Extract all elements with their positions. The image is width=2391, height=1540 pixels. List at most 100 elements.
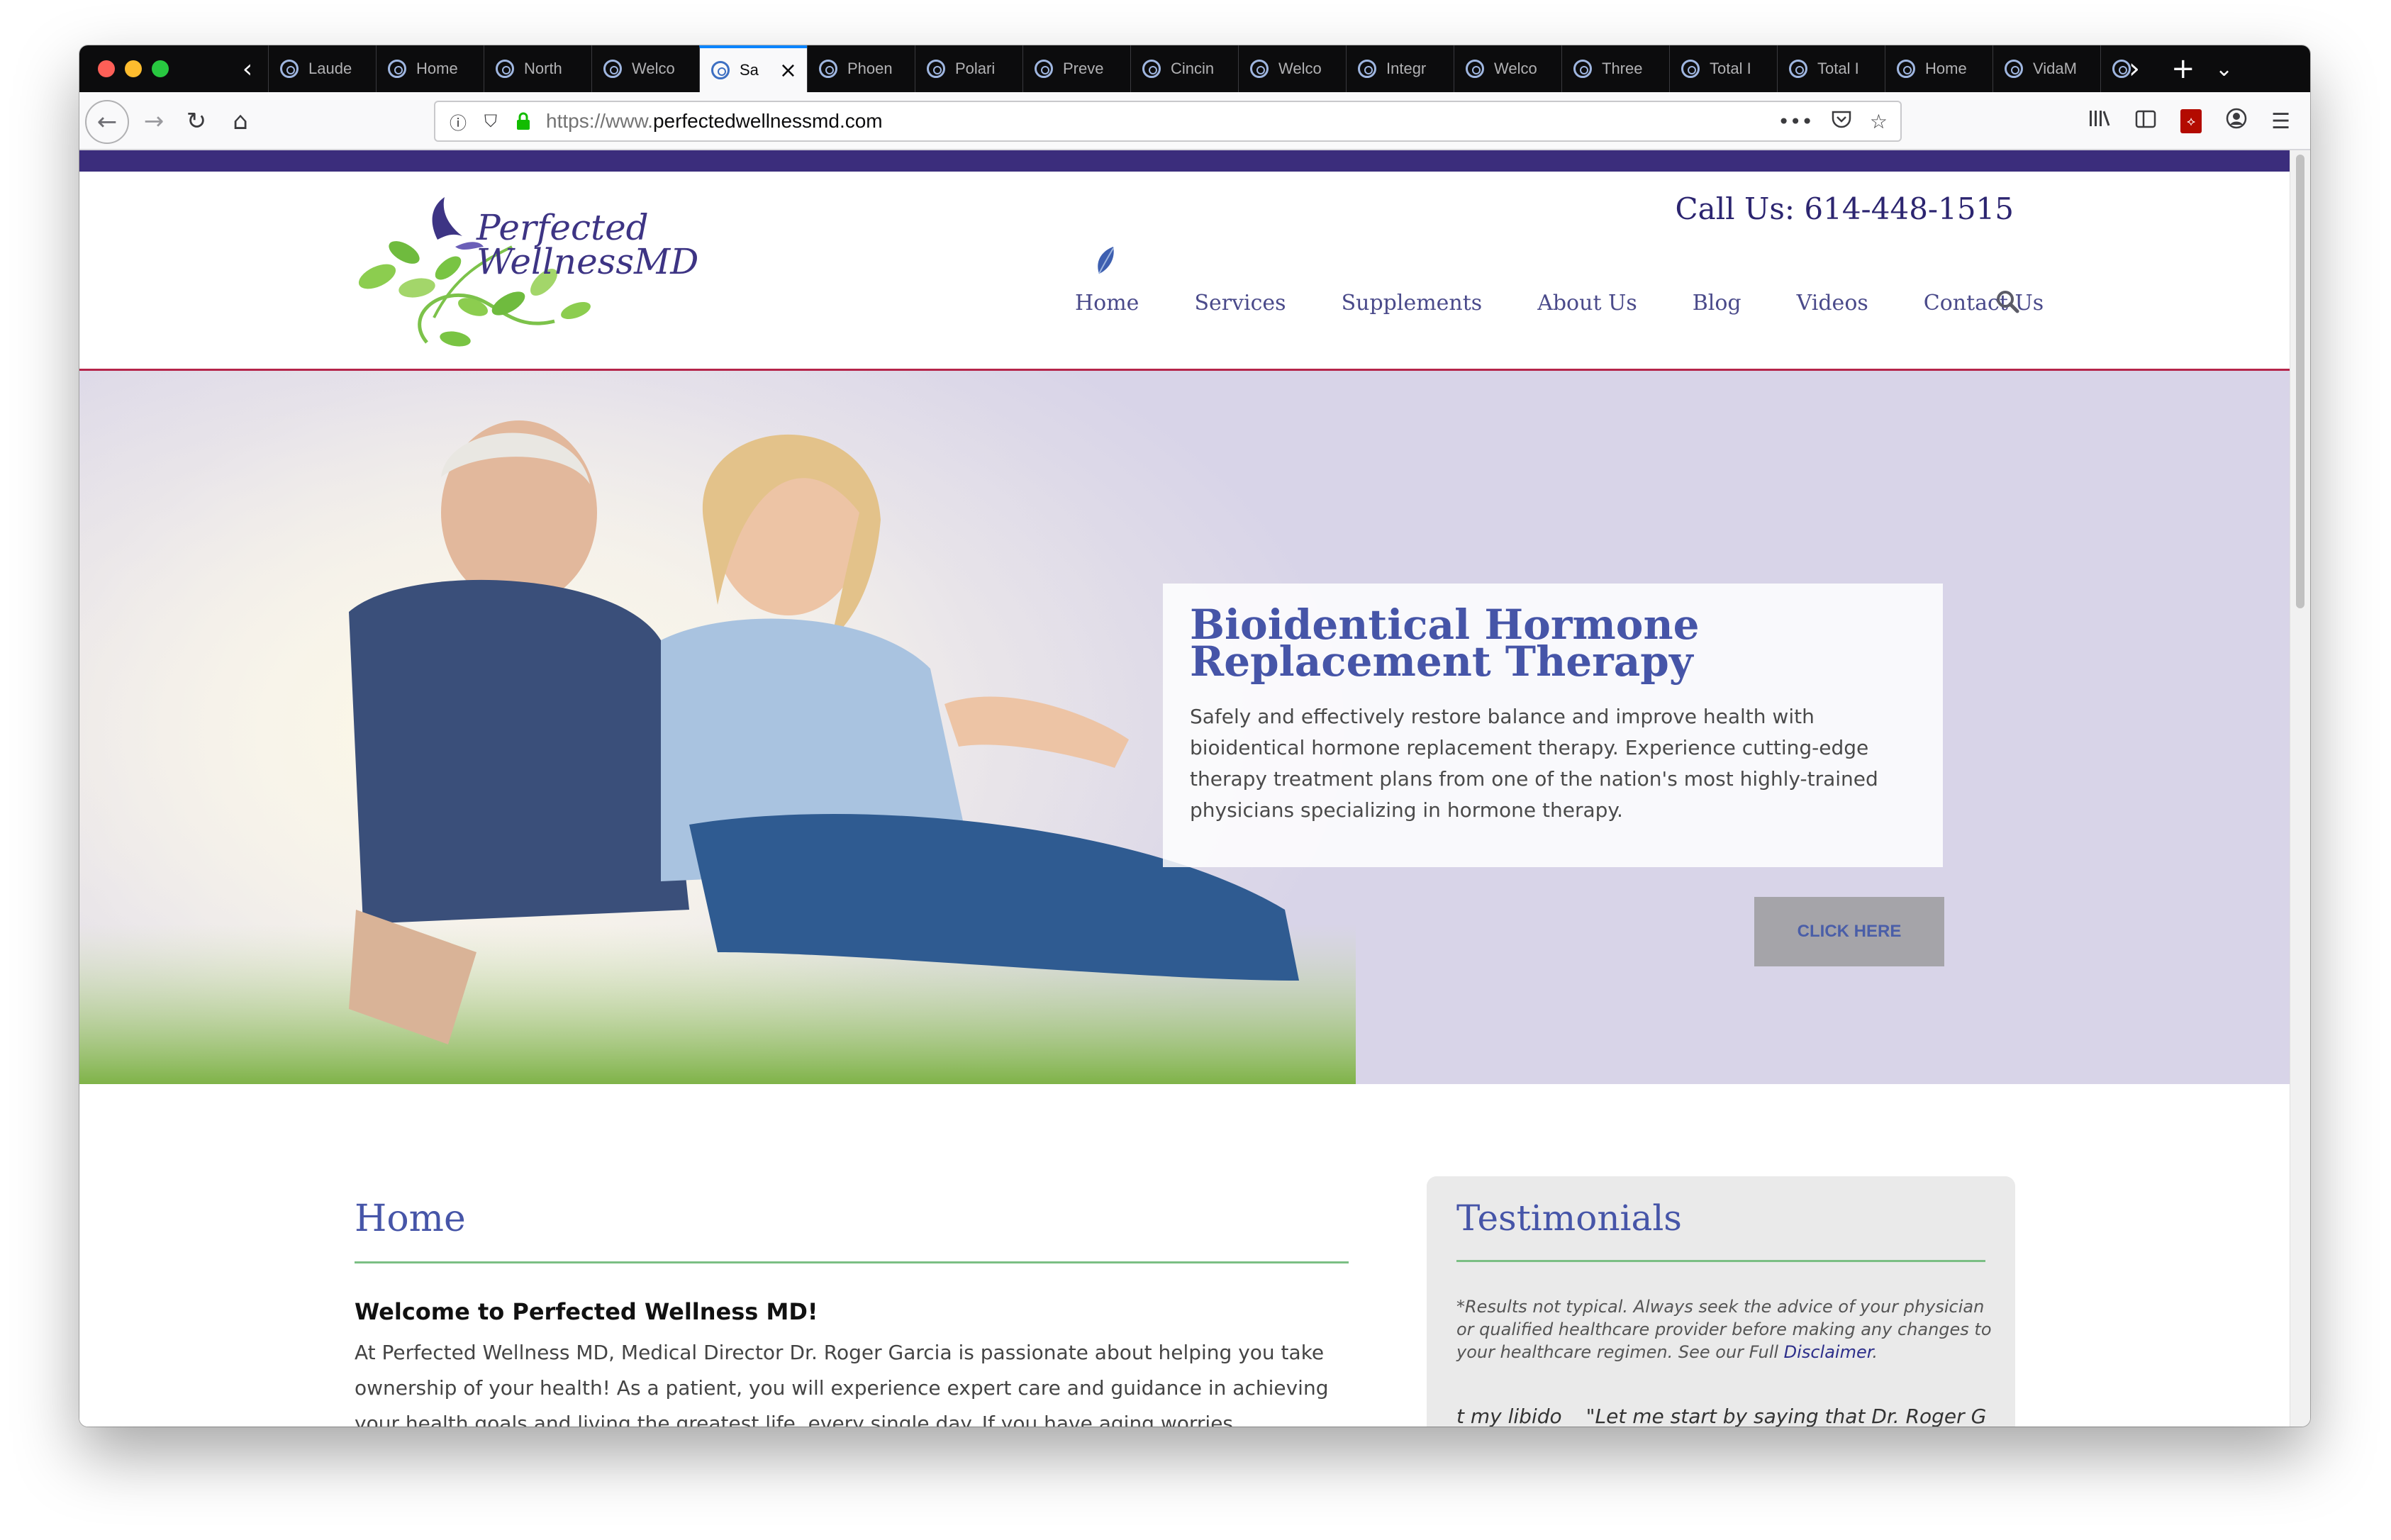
disclaimer-suffix: . xyxy=(1872,1342,1878,1362)
reload-button[interactable]: ↻ xyxy=(177,102,216,140)
favicon-icon xyxy=(1250,60,1269,78)
tab-label: Total I xyxy=(1710,60,1751,77)
tab-strip: ‹ Laude Home North Welco Sa × Phoen Polari Preve… xyxy=(79,45,2310,92)
divider xyxy=(355,1261,1349,1263)
account-icon[interactable] xyxy=(2226,108,2247,135)
testimonials-heading: Testimonials xyxy=(1456,1198,1682,1239)
site-logo[interactable]: Perfected WellnessMD xyxy=(349,197,698,353)
favicon-icon xyxy=(1789,60,1807,78)
browser-tab[interactable]: North xyxy=(484,45,591,92)
browser-tab[interactable]: Welco xyxy=(1238,45,1346,92)
favicon-icon xyxy=(1142,60,1161,78)
tabs-scroll-left-icon[interactable]: ‹ xyxy=(231,51,264,87)
arrow-right-icon: → xyxy=(143,107,165,135)
browser-tab[interactable]: Polari xyxy=(915,45,1022,92)
favicon-icon xyxy=(1358,60,1376,78)
reload-icon: ↻ xyxy=(186,107,207,135)
star-icon[interactable]: ☆ xyxy=(1870,110,1888,133)
tab-label: Welco xyxy=(1494,60,1537,77)
browser-tab[interactable]: Welco xyxy=(1454,45,1561,92)
favicon-icon xyxy=(927,60,945,78)
favicon-icon xyxy=(711,61,730,79)
disclaimer-text: *Results not typical. Always seek the ad… xyxy=(1456,1297,1992,1362)
tab-list-chevron-icon[interactable]: ⌄ xyxy=(2215,51,2233,87)
new-tab-icon[interactable]: + xyxy=(2171,51,2195,87)
browser-tab[interactable]: Sa × xyxy=(699,45,807,92)
nav-item-contact-us[interactable]: Contact Us xyxy=(1924,291,2044,316)
tab-label: Total I xyxy=(1817,60,1859,77)
close-tab-icon[interactable]: × xyxy=(779,58,797,83)
tab-label: Laude xyxy=(308,60,352,77)
favicon-icon xyxy=(1573,60,1592,78)
favicon-icon xyxy=(819,60,837,78)
nav-item-home[interactable]: Home xyxy=(1075,291,1139,316)
tab-label: North xyxy=(524,60,562,77)
search-icon[interactable] xyxy=(1994,288,2022,316)
tab-list: Laude Home North Welco Sa × Phoen Polari Preve Ci… xyxy=(268,45,2133,92)
back-button[interactable]: ← xyxy=(85,100,129,144)
lock-icon[interactable] xyxy=(513,111,533,131)
main-navigation: Home Services Supplements About Us Blog Video… xyxy=(1075,291,2099,316)
tab-label: Cincin xyxy=(1171,60,1215,77)
home-icon: ⌂ xyxy=(233,107,248,135)
nav-leaf-icon xyxy=(1098,247,1114,274)
home-button[interactable]: ⌂ xyxy=(221,102,260,140)
sidebar-icon[interactable] xyxy=(2135,109,2156,134)
nav-item-videos[interactable]: Videos xyxy=(1797,291,1868,316)
nav-item-about-us[interactable]: About Us xyxy=(1537,291,1637,316)
navigation-toolbar: ← → ↻ ⌂ ⓘ ⛉ https://www. perfectedwellnes… xyxy=(79,92,2310,150)
hero-title: Bioidentical Hormone Replacement Therapy xyxy=(1190,601,1700,686)
browser-tab[interactable]: Welco xyxy=(591,45,699,92)
hero-banner: Bioidentical Hormone Replacement Therapy… xyxy=(79,371,2290,1084)
browser-tab[interactable]: Home xyxy=(1885,45,1992,92)
shield-icon[interactable]: ⛉ xyxy=(481,111,501,131)
close-window-button[interactable] xyxy=(98,60,115,77)
zoom-window-button[interactable] xyxy=(152,60,169,77)
library-icon[interactable] xyxy=(2088,108,2111,134)
click-here-button[interactable]: CLICK HERE xyxy=(1754,897,1944,966)
testimonials-panel: Testimonials *Results not typical. Alway… xyxy=(1427,1176,2015,1427)
main-content: Home Welcome to Perfected Wellness MD! A… xyxy=(79,1084,2290,1427)
browser-tab[interactable]: Cincin xyxy=(1130,45,1238,92)
results-disclaimer: *Results not typical. Always seek the ad… xyxy=(1456,1295,1995,1363)
url-host: perfectedwellnessmd.com xyxy=(652,110,883,132)
forward-button[interactable]: → xyxy=(135,102,173,140)
pdf-icon[interactable]: ⟡ xyxy=(2180,109,2202,133)
pocket-icon[interactable] xyxy=(1832,110,1851,133)
tab-label: Polari xyxy=(955,60,996,77)
nav-item-supplements[interactable]: Supplements xyxy=(1342,291,1483,316)
scrollbar[interactable] xyxy=(2290,150,2310,1427)
browser-tab[interactable]: VidaM xyxy=(1992,45,2100,92)
tabs-scroll-right-icon[interactable]: › xyxy=(2129,51,2140,87)
info-icon[interactable]: ⓘ xyxy=(448,111,468,133)
browser-tab[interactable]: Integr xyxy=(1346,45,1454,92)
favicon-icon xyxy=(2005,60,2023,78)
nav-item-services[interactable]: Services xyxy=(1194,291,1286,316)
nav-item-blog[interactable]: Blog xyxy=(1693,291,1741,316)
browser-tab[interactable]: Total I xyxy=(1777,45,1885,92)
browser-tab[interactable]: Total I xyxy=(1669,45,1777,92)
browser-tab[interactable]: Three xyxy=(1561,45,1669,92)
phone-number[interactable]: Call Us: 614-448-1515 xyxy=(1676,191,2014,226)
minimize-window-button[interactable] xyxy=(125,60,142,77)
url-scheme: https://www. xyxy=(546,110,653,132)
testimonial-carousel[interactable]: t my libido "Let me start by saying that … xyxy=(1456,1405,1985,1427)
scrollbar-thumb[interactable] xyxy=(2296,155,2304,608)
hero-description: Safely and effectively restore balance a… xyxy=(1190,705,1878,822)
browser-tab[interactable]: Home xyxy=(376,45,484,92)
hamburger-icon[interactable]: ☰ xyxy=(2271,109,2290,134)
favicon-icon xyxy=(1897,60,1915,78)
browser-tab[interactable]: Laude xyxy=(268,45,376,92)
tab-label: Three xyxy=(1602,60,1643,77)
browser-tab[interactable]: Preve xyxy=(1022,45,1130,92)
testimonial-quote: "Let me start by saying that Dr. Roger G… xyxy=(1585,1405,1985,1427)
more-icon[interactable]: ••• xyxy=(1778,110,1813,133)
url-bar[interactable]: ⓘ ⛉ https://www. perfectedwellnessmd.com … xyxy=(434,101,1902,142)
top-color-band xyxy=(79,150,2290,172)
page-title: Home xyxy=(355,1198,466,1240)
tab-label: Integr xyxy=(1386,60,1427,77)
favicon-icon xyxy=(280,60,299,78)
tab-label: VidaM xyxy=(2033,60,2077,77)
browser-tab[interactable]: Phoen xyxy=(807,45,915,92)
disclaimer-link[interactable]: Disclaimer xyxy=(1784,1342,1873,1362)
